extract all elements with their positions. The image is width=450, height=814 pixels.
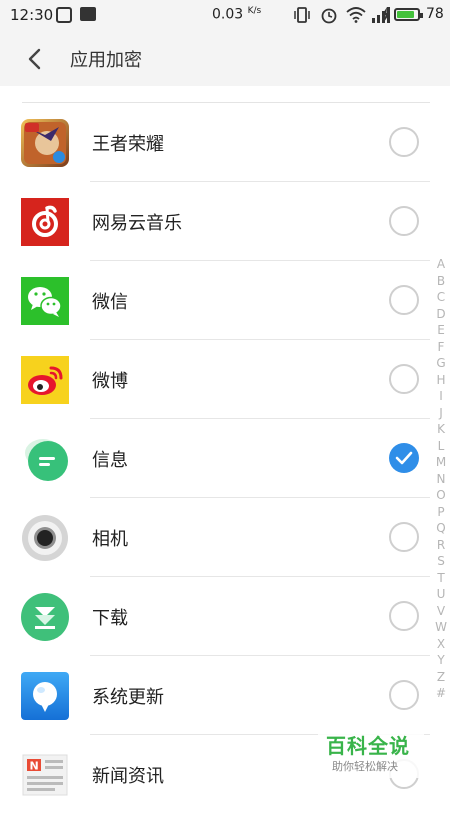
network-speed: 0.03 K/s: [212, 6, 261, 23]
list-item-netease-music[interactable]: 网易云音乐: [0, 182, 450, 261]
status-bar: 12:30 0.03 K/s 78: [0, 0, 450, 30]
list-item-honor-of-kings[interactable]: 王者荣耀: [0, 103, 450, 182]
index-letter[interactable]: U: [432, 586, 450, 603]
index-letter[interactable]: F: [432, 339, 450, 356]
messages-icon: [25, 439, 68, 481]
lock-checkbox-checked[interactable]: [389, 443, 419, 473]
index-letter[interactable]: T: [432, 570, 450, 587]
index-letter[interactable]: R: [432, 537, 450, 554]
app-label: 新闻资讯: [92, 766, 164, 787]
chevron-left-icon[interactable]: [20, 44, 50, 74]
index-letter[interactable]: B: [432, 273, 450, 290]
app-list: 王者荣耀 网易云音乐 微信 微博 信息 相机 下载 系统更新 N 新闻资讯: [0, 103, 450, 814]
app-label: 王者荣耀: [92, 134, 164, 155]
netease-music-icon: [21, 198, 69, 246]
notification-icon: [56, 7, 72, 23]
index-letter[interactable]: Y: [432, 652, 450, 669]
index-letter[interactable]: P: [432, 504, 450, 521]
network-speed-value: 0.03: [212, 6, 244, 23]
lock-checkbox[interactable]: [389, 127, 419, 157]
app-label: 下载: [92, 608, 128, 629]
index-letter[interactable]: K: [432, 421, 450, 438]
index-letter[interactable]: C: [432, 289, 450, 306]
weibo-icon: [21, 356, 69, 404]
index-letter[interactable]: Z: [432, 669, 450, 686]
checkmark-icon: [395, 451, 413, 465]
index-letter[interactable]: N: [432, 471, 450, 488]
index-letter[interactable]: V: [432, 603, 450, 620]
app-label: 微信: [92, 292, 128, 313]
index-letter[interactable]: J: [432, 405, 450, 422]
camera-icon: [22, 515, 68, 561]
page-title: 应用加密: [70, 50, 142, 71]
battery-icon: [394, 8, 423, 21]
list-item-download[interactable]: 下载: [0, 577, 450, 656]
index-letter[interactable]: D: [432, 306, 450, 323]
alphabet-index[interactable]: A B C D E F G H I J K L M N O P Q R S T …: [432, 256, 450, 702]
alarm-icon: [321, 8, 337, 24]
list-item-wechat[interactable]: 微信: [0, 261, 450, 340]
index-letter[interactable]: S: [432, 553, 450, 570]
app-label: 微博: [92, 371, 128, 392]
svg-text:N: N: [30, 760, 39, 773]
wechat-icon: [21, 277, 69, 325]
lock-checkbox[interactable]: [389, 601, 419, 631]
index-letter[interactable]: O: [432, 487, 450, 504]
charging-icon: [382, 7, 390, 22]
network-speed-unit: K/s: [247, 6, 262, 16]
battery-level: [397, 11, 414, 18]
system-update-icon: [21, 672, 69, 720]
watermark-subtitle: 助你轻松解决: [332, 760, 398, 773]
watermark-title: 百科全说: [326, 734, 410, 758]
app-label: 系统更新: [92, 687, 164, 708]
lock-checkbox[interactable]: [389, 680, 419, 710]
download-icon: [21, 593, 69, 641]
index-letter[interactable]: W: [432, 619, 450, 636]
lock-checkbox[interactable]: [389, 522, 419, 552]
wifi-icon: [346, 7, 366, 23]
index-letter[interactable]: Q: [432, 520, 450, 537]
watermark: 百科全说 助你轻松解决: [318, 728, 424, 778]
lock-checkbox[interactable]: [389, 285, 419, 315]
list-item-messages[interactable]: 信息: [0, 419, 450, 498]
index-letter[interactable]: G: [432, 355, 450, 372]
image-notification-icon: [80, 7, 96, 21]
index-letter[interactable]: X: [432, 636, 450, 653]
app-label: 信息: [92, 450, 128, 471]
list-item-camera[interactable]: 相机: [0, 498, 450, 577]
index-letter[interactable]: #: [432, 685, 450, 702]
header: 应用加密: [0, 30, 450, 86]
list-item-system-update[interactable]: 系统更新: [0, 656, 450, 735]
index-letter[interactable]: L: [432, 438, 450, 455]
app-label: 相机: [92, 529, 128, 550]
news-icon: N: [22, 754, 68, 796]
index-letter[interactable]: A: [432, 256, 450, 273]
status-time: 12:30: [10, 6, 54, 24]
index-letter[interactable]: E: [432, 322, 450, 339]
battery-percent: 78: [426, 6, 444, 22]
app-label: 网易云音乐: [92, 213, 182, 234]
index-letter[interactable]: I: [432, 388, 450, 405]
index-letter[interactable]: M: [432, 454, 450, 471]
lock-checkbox[interactable]: [389, 206, 419, 236]
lock-checkbox[interactable]: [389, 364, 419, 394]
index-letter[interactable]: H: [432, 372, 450, 389]
list-item-weibo[interactable]: 微博: [0, 340, 450, 419]
honor-of-kings-icon: [21, 119, 69, 167]
vibrate-icon: [294, 7, 310, 23]
